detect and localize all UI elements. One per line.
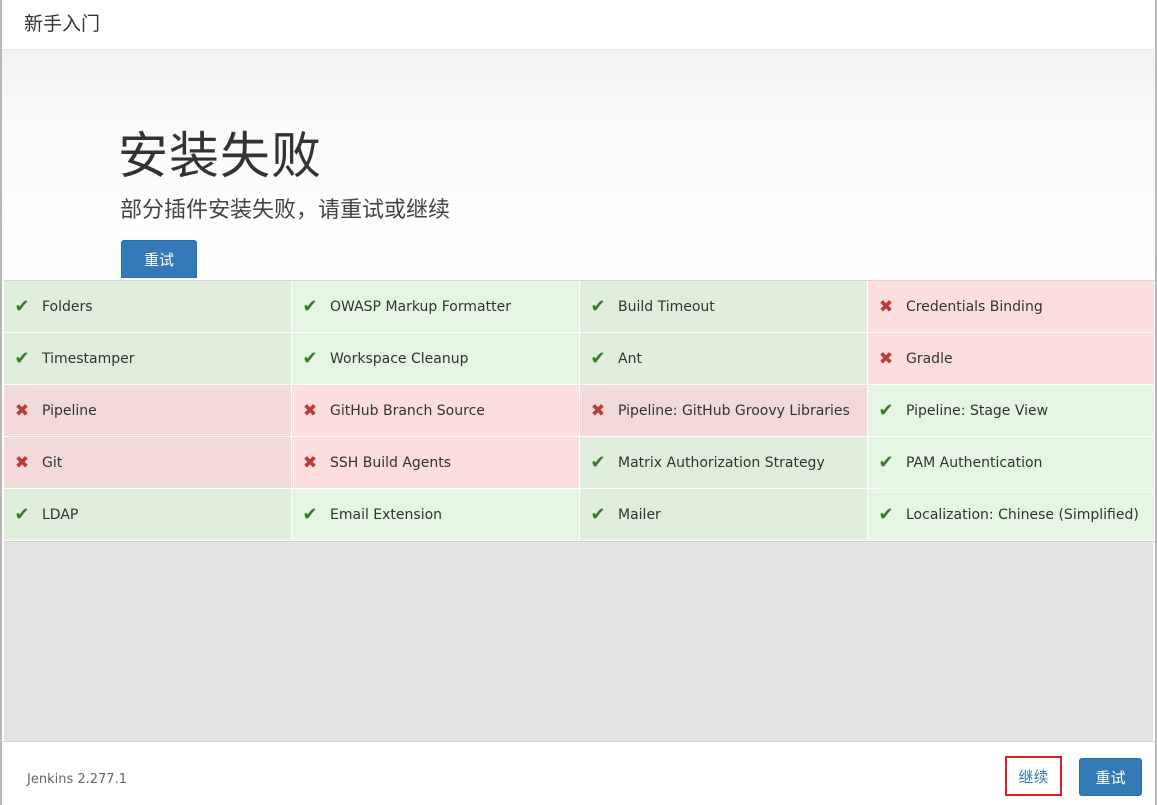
cross-icon: ✖: [590, 400, 606, 421]
plugin-item: ✔ Timestamper: [4, 333, 292, 385]
plugin-name: Ant: [618, 350, 642, 367]
plugin-name: Gradle: [906, 350, 953, 367]
plugin-item: ✔ Folders: [4, 281, 292, 333]
check-icon: ✔: [590, 348, 606, 369]
plugin-name: Folders: [42, 298, 93, 315]
cross-icon: ✖: [878, 296, 894, 317]
check-icon: ✔: [302, 348, 318, 369]
plugin-name: SSH Build Agents: [330, 454, 452, 471]
plugin-name: OWASP Markup Formatter: [330, 298, 511, 315]
plugin-item: ✔ Pipeline: Stage View: [868, 385, 1155, 437]
retry-button-top[interactable]: 重试: [121, 240, 197, 278]
cross-icon: ✖: [302, 400, 318, 421]
plugin-item: ✔ LDAP: [4, 489, 292, 541]
check-icon: ✔: [14, 504, 30, 525]
retry-button-bottom[interactable]: 重试: [1079, 758, 1142, 796]
check-icon: ✔: [14, 296, 30, 317]
plugin-name: Pipeline: GitHub Groovy Libraries: [618, 402, 850, 419]
plugin-item: ✔ Email Extension: [292, 489, 580, 541]
check-icon: ✔: [302, 504, 318, 525]
check-icon: ✔: [302, 296, 318, 317]
page-heading: 安装失败: [118, 127, 322, 185]
plugin-item: ✔ PAM Authentication: [868, 437, 1155, 489]
plugin-status-grid: ✔ Folders ✔ OWASP Markup Formatter ✔ Build Ti…: [4, 280, 1155, 542]
plugin-item: ✔ Matrix Authorization Strategy: [580, 437, 868, 489]
page-subtitle: 部分插件安装失败，请重试或继续: [120, 198, 451, 223]
check-icon: ✔: [878, 400, 894, 421]
log-area: [4, 542, 1153, 741]
plugin-name: Localization: Chinese (Simplified): [906, 506, 1139, 523]
plugin-item: ✔ Ant: [580, 333, 868, 385]
hero-banner: 安装失败 部分插件安装失败，请重试或继续 重试: [2, 50, 1155, 280]
cross-icon: ✖: [14, 452, 30, 473]
plugin-item: ✖ SSH Build Agents: [292, 437, 580, 489]
plugin-name: PAM Authentication: [906, 454, 1043, 471]
footer: Jenkins 2.277.1 继续 重试: [2, 741, 1155, 805]
cross-icon: ✖: [302, 452, 318, 473]
plugin-name: Email Extension: [330, 506, 443, 523]
title-bar: 新手入门: [2, 0, 1155, 50]
check-icon: ✔: [878, 452, 894, 473]
cross-icon: ✖: [878, 348, 894, 369]
setup-wizard-window: 新手入门 安装失败 部分插件安装失败，请重试或继续 重试 ✔ Folders ✔ OW…: [0, 0, 1157, 805]
plugin-item: ✔ Build Timeout: [580, 281, 868, 333]
check-icon: ✔: [590, 452, 606, 473]
plugin-name: Matrix Authorization Strategy: [618, 454, 825, 471]
plugin-item: ✔ Mailer: [580, 489, 868, 541]
plugin-name: Git: [42, 454, 63, 471]
check-icon: ✔: [590, 504, 606, 525]
plugin-name: Pipeline: Stage View: [906, 402, 1049, 419]
plugin-item: ✖ Gradle: [868, 333, 1155, 385]
version-label: Jenkins 2.277.1: [27, 772, 127, 787]
plugin-item: ✔ Workspace Cleanup: [292, 333, 580, 385]
plugin-name: Mailer: [618, 506, 661, 523]
plugin-item: ✖ Git: [4, 437, 292, 489]
cross-icon: ✖: [14, 400, 30, 421]
plugin-name: Workspace Cleanup: [330, 350, 469, 367]
continue-button[interactable]: 继续: [1005, 756, 1062, 796]
plugin-item: ✖ Credentials Binding: [868, 281, 1155, 333]
plugin-name: Timestamper: [42, 350, 135, 367]
plugin-name: GitHub Branch Source: [330, 402, 485, 419]
plugin-name: Build Timeout: [618, 298, 715, 315]
window-title: 新手入门: [24, 13, 101, 35]
plugin-item: ✔ OWASP Markup Formatter: [292, 281, 580, 333]
plugin-item: ✔ Localization: Chinese (Simplified): [868, 489, 1155, 541]
check-icon: ✔: [590, 296, 606, 317]
plugin-name: Credentials Binding: [906, 298, 1043, 315]
plugin-item: ✖ GitHub Branch Source: [292, 385, 580, 437]
plugin-name: Pipeline: [42, 402, 97, 419]
plugin-name: LDAP: [42, 506, 79, 523]
check-icon: ✔: [14, 348, 30, 369]
plugin-item: ✖ Pipeline: GitHub Groovy Libraries: [580, 385, 868, 437]
check-icon: ✔: [878, 504, 894, 525]
plugin-item: ✖ Pipeline: [4, 385, 292, 437]
